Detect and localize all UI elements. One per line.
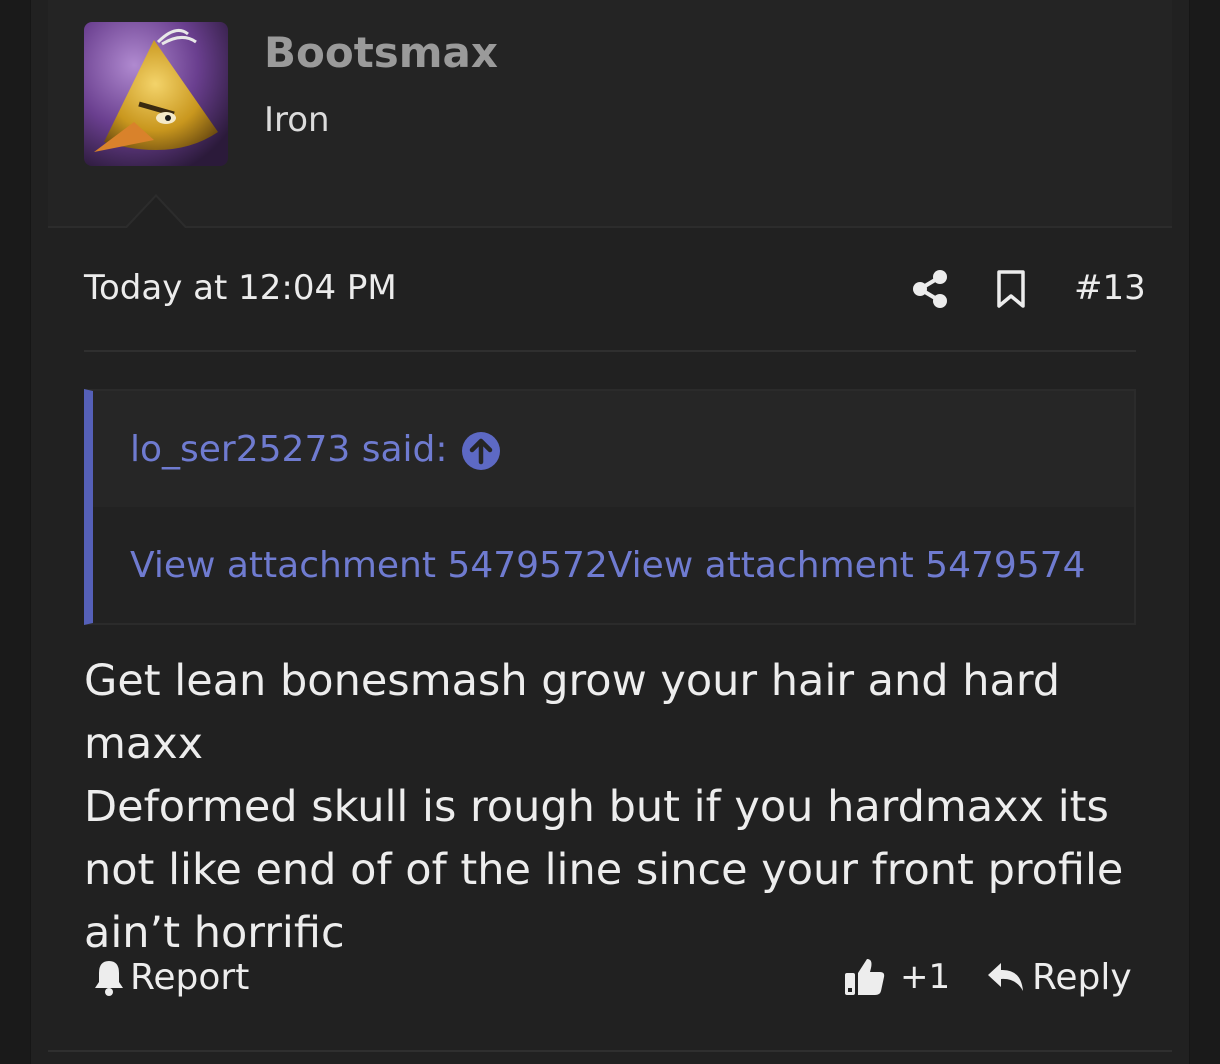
avatar-image bbox=[84, 22, 228, 166]
author-title: Iron bbox=[264, 100, 330, 140]
avatar[interactable] bbox=[84, 22, 228, 166]
thumbs-up-icon bbox=[845, 959, 885, 995]
reply-arrow-icon bbox=[988, 963, 1023, 991]
report-label: Report bbox=[130, 956, 250, 998]
post-line: not like end of of the line since your f… bbox=[84, 845, 1124, 895]
bookmark-icon[interactable] bbox=[994, 268, 1028, 310]
report-button[interactable]: Report bbox=[92, 952, 249, 1002]
arrow-up-circle-icon[interactable] bbox=[461, 431, 501, 471]
quote-content: View attachment 5479572View attachment 5… bbox=[93, 507, 1134, 623]
reply-label: Reply bbox=[1032, 956, 1132, 998]
divider bbox=[48, 1050, 1172, 1052]
post-line: Deformed skull is rough but if you hardm… bbox=[84, 782, 1109, 832]
post-number-link[interactable]: #13 bbox=[1074, 268, 1146, 308]
share-icon[interactable] bbox=[910, 268, 950, 310]
post-date[interactable]: Today at 12:04 PM bbox=[84, 268, 397, 308]
like-count: +1 bbox=[900, 957, 951, 997]
like-button[interactable]: +1 bbox=[842, 952, 950, 1002]
post-message: Get lean bonesmash grow your hair and ha… bbox=[84, 650, 1154, 965]
quote-header: lo_ser25273 said: bbox=[93, 391, 1134, 507]
post-line: Get lean bonesmash grow your hair and ha… bbox=[84, 656, 1061, 769]
user-block-pointer bbox=[124, 194, 188, 229]
divider bbox=[84, 350, 1136, 352]
attachment-links[interactable]: View attachment 5479572View attachment 5… bbox=[130, 545, 1086, 586]
author-username[interactable]: Bootsmax bbox=[264, 28, 498, 77]
quote-author-link[interactable]: lo_ser25273 said: bbox=[130, 429, 448, 470]
bell-icon bbox=[95, 961, 123, 996]
reply-button[interactable]: Reply bbox=[986, 952, 1132, 1002]
quote-block: lo_ser25273 said: View attachment 547957… bbox=[84, 389, 1136, 625]
